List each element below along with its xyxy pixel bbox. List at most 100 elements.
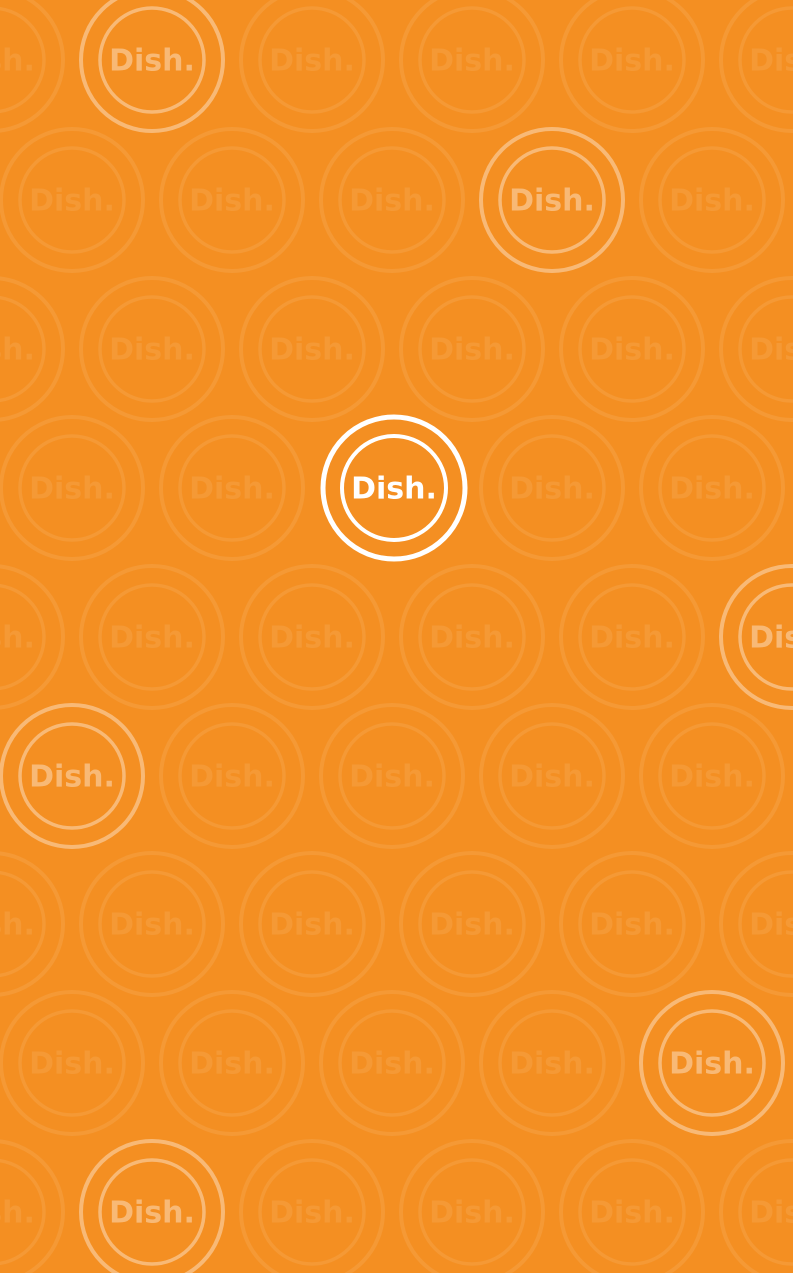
- pattern-plate-text: Dish.: [669, 1047, 755, 1082]
- background-plate-pattern: Dish. Dish. Dish. Dish. Dish. Dish. Dish. Dish.…: [0, 0, 793, 1273]
- pattern-plate: Dish.: [239, 1139, 385, 1273]
- pattern-plate: Dish.: [719, 851, 793, 997]
- logo-text: Dish.: [351, 472, 437, 507]
- pattern-plate-text: Dish.: [189, 1047, 275, 1082]
- pattern-plate: Dish.: [639, 990, 785, 1136]
- pattern-plate: Dish.: [159, 703, 305, 849]
- pattern-plate: Dish.: [0, 851, 65, 997]
- pattern-plate-text: Dish.: [189, 760, 275, 795]
- pattern-plate-text: Dish.: [669, 760, 755, 795]
- pattern-plate-text: Dish.: [349, 184, 435, 219]
- pattern-plate-text: Dish.: [269, 44, 355, 79]
- pattern-plate-text: Dish.: [429, 621, 515, 656]
- pattern-plate: Dish.: [559, 276, 705, 422]
- pattern-plate-text: Dish.: [29, 760, 115, 795]
- pattern-plate-text: Dish.: [269, 908, 355, 943]
- pattern-plate-text: Dish.: [429, 908, 515, 943]
- pattern-plate: Dish.: [559, 1139, 705, 1273]
- pattern-plate: Dish.: [239, 0, 385, 133]
- pattern-plate: Dish.: [0, 990, 145, 1136]
- pattern-plate: Dish.: [399, 851, 545, 997]
- pattern-plate: Dish.: [319, 703, 465, 849]
- pattern-plate: Dish.: [559, 564, 705, 710]
- pattern-plate-text: Dish.: [429, 44, 515, 79]
- pattern-plate: Dish.: [79, 1139, 225, 1273]
- pattern-plate: Dish.: [319, 990, 465, 1136]
- pattern-plate: Dish.: [0, 564, 65, 710]
- dish-logo: Dish.: [320, 414, 468, 562]
- pattern-plate: Dish.: [0, 703, 145, 849]
- pattern-plate: Dish.: [0, 0, 65, 133]
- pattern-plate-text: Dish.: [749, 1196, 793, 1231]
- pattern-plate: Dish.: [399, 564, 545, 710]
- pattern-plate-text: Dish.: [749, 44, 793, 79]
- pattern-plate-text: Dish.: [269, 621, 355, 656]
- pattern-plate-text: Dish.: [509, 184, 595, 219]
- pattern-plate-text: Dish.: [589, 44, 675, 79]
- pattern-plate: Dish.: [159, 990, 305, 1136]
- pattern-plate: Dish.: [239, 564, 385, 710]
- pattern-plate: Dish.: [159, 415, 305, 561]
- pattern-plate: Dish.: [79, 276, 225, 422]
- pattern-plate: Dish.: [79, 0, 225, 133]
- pattern-plate: Dish.: [79, 564, 225, 710]
- pattern-plate: Dish.: [0, 1139, 65, 1273]
- pattern-plate: Dish.: [159, 127, 305, 273]
- splash-screen: { "app": { "brand_text": "Dish." }, "col…: [0, 0, 793, 1273]
- pattern-plate: Dish.: [399, 1139, 545, 1273]
- pattern-plate-text: Dish.: [749, 333, 793, 368]
- pattern-plate-text: Dish.: [0, 44, 35, 79]
- pattern-plate-text: Dish.: [29, 472, 115, 507]
- pattern-plate: Dish.: [639, 127, 785, 273]
- pattern-plate: Dish.: [719, 0, 793, 133]
- pattern-plate: Dish.: [559, 0, 705, 133]
- pattern-plate-text: Dish.: [589, 1196, 675, 1231]
- pattern-plate-text: Dish.: [0, 621, 35, 656]
- pattern-plate-text: Dish.: [189, 184, 275, 219]
- pattern-plate-text: Dish.: [189, 472, 275, 507]
- pattern-plate-text: Dish.: [349, 1047, 435, 1082]
- pattern-plate-text: Dish.: [109, 44, 195, 79]
- pattern-plate-text: Dish.: [0, 908, 35, 943]
- pattern-plate: Dish.: [319, 127, 465, 273]
- pattern-plate-text: Dish.: [509, 760, 595, 795]
- pattern-plate: Dish.: [479, 990, 625, 1136]
- pattern-plate: Dish.: [239, 276, 385, 422]
- pattern-plate-text: Dish.: [669, 184, 755, 219]
- pattern-plate: Dish.: [639, 415, 785, 561]
- pattern-plate: Dish.: [239, 851, 385, 997]
- pattern-plate: Dish.: [479, 127, 625, 273]
- pattern-plate-text: Dish.: [109, 908, 195, 943]
- pattern-plate: Dish.: [479, 415, 625, 561]
- pattern-plate-text: Dish.: [349, 760, 435, 795]
- pattern-plate-text: Dish.: [509, 472, 595, 507]
- pattern-plate-text: Dish.: [429, 333, 515, 368]
- pattern-plate-text: Dish.: [749, 621, 793, 656]
- pattern-plate-text: Dish.: [269, 333, 355, 368]
- pattern-plate: Dish.: [719, 276, 793, 422]
- pattern-plate: Dish.: [399, 0, 545, 133]
- pattern-plate-text: Dish.: [109, 333, 195, 368]
- pattern-plate: Dish.: [0, 415, 145, 561]
- pattern-plate-text: Dish.: [589, 621, 675, 656]
- pattern-plate: Dish.: [559, 851, 705, 997]
- pattern-plate-text: Dish.: [29, 184, 115, 219]
- pattern-plate: Dish.: [0, 127, 145, 273]
- pattern-plate-text: Dish.: [269, 1196, 355, 1231]
- pattern-plate: Dish.: [719, 564, 793, 710]
- pattern-plate-text: Dish.: [0, 333, 35, 368]
- pattern-plate-text: Dish.: [669, 472, 755, 507]
- pattern-plate-text: Dish.: [509, 1047, 595, 1082]
- pattern-plate-text: Dish.: [0, 1196, 35, 1231]
- pattern-plate: Dish.: [639, 703, 785, 849]
- pattern-plate-text: Dish.: [589, 333, 675, 368]
- pattern-plate: Dish.: [0, 276, 65, 422]
- pattern-plate-text: Dish.: [29, 1047, 115, 1082]
- pattern-plate-text: Dish.: [749, 908, 793, 943]
- pattern-plate-text: Dish.: [109, 621, 195, 656]
- pattern-plate: Dish.: [399, 276, 545, 422]
- pattern-plate-text: Dish.: [109, 1196, 195, 1231]
- pattern-plate-text: Dish.: [429, 1196, 515, 1231]
- pattern-plate: Dish.: [79, 851, 225, 997]
- pattern-plate: Dish.: [479, 703, 625, 849]
